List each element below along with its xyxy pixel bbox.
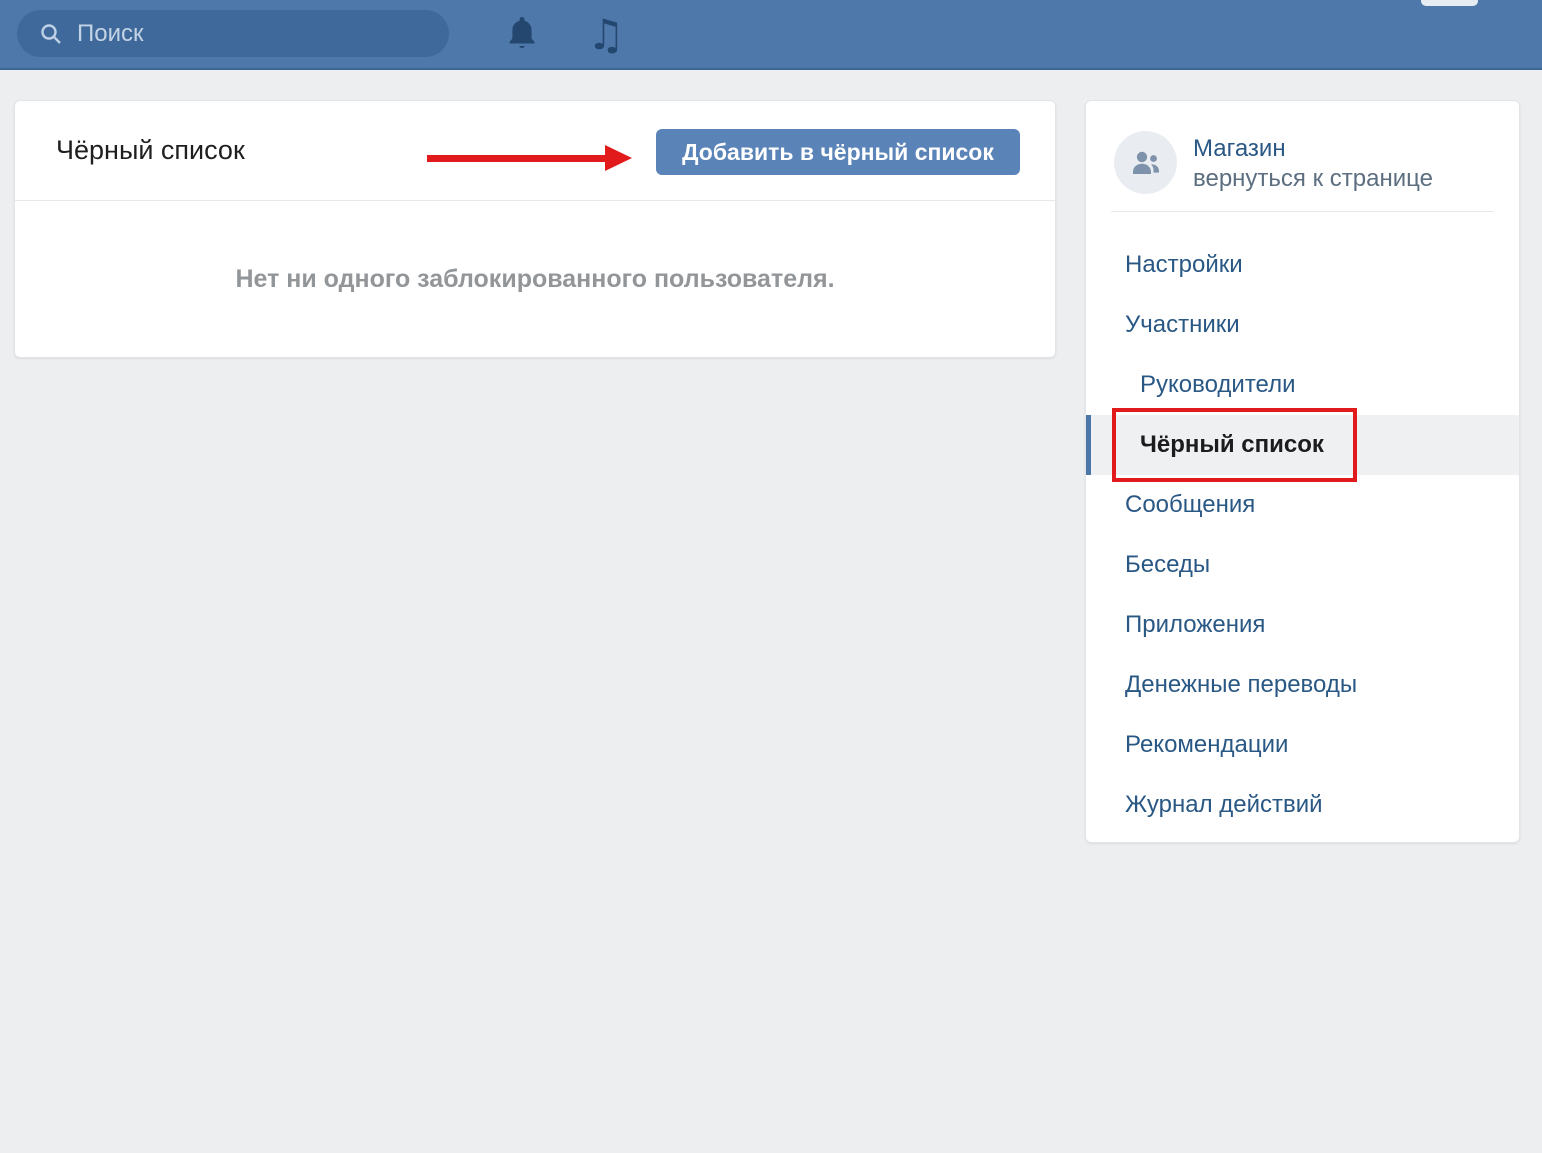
blacklist-empty-state: Нет ни одного заблокированного пользоват… bbox=[15, 201, 1055, 358]
sidebar-item-settings[interactable]: Настройки bbox=[1086, 235, 1519, 295]
sidebar-item-blacklist[interactable]: Чёрный список bbox=[1086, 415, 1519, 475]
sidebar-item-messages[interactable]: Сообщения bbox=[1086, 475, 1519, 535]
annotation-arrow-head bbox=[605, 145, 632, 171]
top-right-cutoff-element bbox=[1421, 0, 1478, 6]
search-input[interactable] bbox=[75, 19, 435, 49]
blacklist-panel: Чёрный список Добавить в чёрный список Н… bbox=[14, 100, 1056, 358]
two-people-icon bbox=[1129, 148, 1163, 178]
sidebar-item-money-transfers[interactable]: Денежные переводы bbox=[1086, 655, 1519, 715]
sidebar-menu: Настройки Участники Руководители Чёрный … bbox=[1086, 235, 1519, 835]
sidebar-item-members[interactable]: Участники bbox=[1086, 295, 1519, 355]
annotation-arrow-shaft bbox=[427, 155, 607, 162]
sidebar-item-action-log[interactable]: Журнал действий bbox=[1086, 775, 1519, 835]
community-avatar[interactable] bbox=[1114, 131, 1177, 194]
search-icon bbox=[39, 22, 63, 46]
community-profile-block: Магазин вернуться к странице bbox=[1086, 101, 1519, 211]
page-title: Чёрный список bbox=[56, 135, 245, 166]
search-box[interactable] bbox=[17, 10, 449, 57]
sidebar-item-conversations[interactable]: Беседы bbox=[1086, 535, 1519, 595]
notifications-bell-icon[interactable] bbox=[496, 0, 548, 70]
music-icon[interactable]: ♫ bbox=[580, 0, 632, 70]
sidebar-item-recommendations[interactable]: Рекомендации bbox=[1086, 715, 1519, 775]
add-to-blacklist-button[interactable]: Добавить в чёрный список bbox=[656, 129, 1020, 175]
sidebar-item-apps[interactable]: Приложения bbox=[1086, 595, 1519, 655]
top-navigation-bar: ♫ bbox=[0, 0, 1542, 70]
music-note-glyph: ♫ bbox=[587, 14, 625, 56]
community-name-link[interactable]: Магазин bbox=[1193, 135, 1286, 163]
back-to-page-link[interactable]: вернуться к странице bbox=[1193, 165, 1433, 193]
blacklist-panel-header: Чёрный список Добавить в чёрный список bbox=[15, 101, 1055, 201]
empty-state-message: Нет ни одного заблокированного пользоват… bbox=[235, 265, 834, 294]
sidebar-divider bbox=[1111, 211, 1494, 212]
sidebar-item-managers[interactable]: Руководители bbox=[1086, 355, 1519, 415]
community-sidebar: Магазин вернуться к странице Настройки У… bbox=[1085, 100, 1520, 843]
